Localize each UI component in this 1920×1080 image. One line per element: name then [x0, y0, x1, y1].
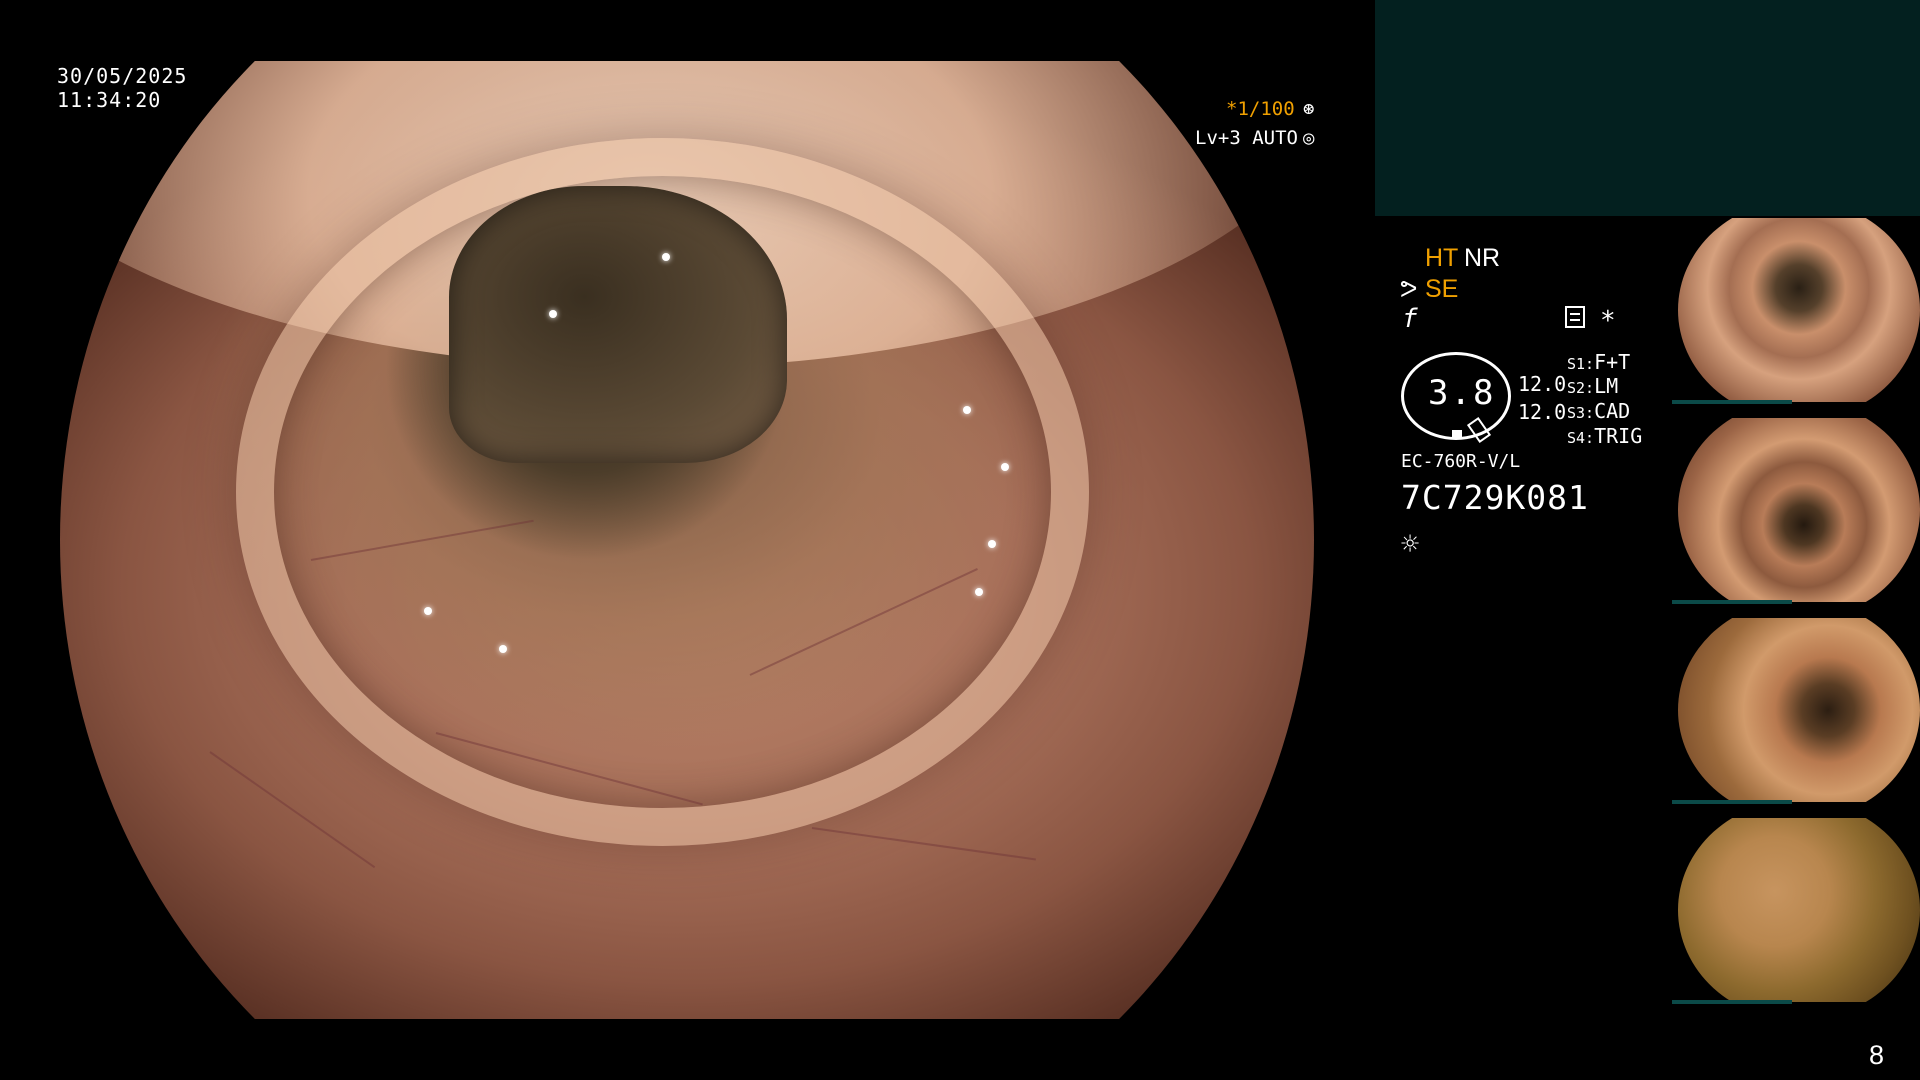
light-icon: ☼ [1401, 527, 1420, 562]
scope-model: EC-760R-V/L [1401, 451, 1521, 472]
vessel [812, 827, 1037, 861]
specular-highlight [1000, 463, 1009, 472]
structure-enhance-icon: ᕗ [1400, 275, 1418, 303]
specular-highlight [423, 607, 432, 616]
auto-level-icon: ◎ [1303, 127, 1315, 149]
shutter-icon: ⊛ [1303, 98, 1315, 120]
se-indicator: SE [1425, 275, 1459, 303]
switch-2: S2:LM [1567, 374, 1618, 398]
switch-1-value: F+T [1594, 350, 1631, 374]
asterisk-indicator: * [1600, 306, 1616, 336]
ht-indicator: HT [1425, 244, 1459, 272]
gauge-value: 3.8 [1428, 373, 1496, 413]
thumbnail-bar [1672, 1000, 1792, 1004]
specular-highlight [962, 405, 971, 414]
info-panel-box [1375, 0, 1920, 216]
memo-icon [1565, 306, 1585, 328]
specular-highlight [661, 252, 670, 261]
thumbnail-bar [1672, 800, 1792, 804]
switch-2-key: S2: [1567, 379, 1595, 397]
switch-3: S3:CAD [1567, 399, 1630, 423]
switch-3-value: CAD [1594, 399, 1631, 423]
value-readout-2: 12.0 [1518, 400, 1567, 424]
colon-lumen [448, 185, 788, 464]
capture-thumbnail[interactable] [1670, 816, 1920, 1004]
endoscope-view [60, 61, 1314, 1019]
switch-4-value: TRIG [1594, 424, 1643, 448]
page-number: 8 [1869, 1040, 1885, 1070]
brightness-level: Lv+3 AUTO [1195, 127, 1298, 149]
capture-thumbnail[interactable] [1670, 216, 1920, 404]
thumbnail-image [1678, 418, 1920, 602]
switch-4: S4:TRIG [1567, 424, 1642, 448]
capture-thumbnail[interactable] [1670, 616, 1920, 804]
nr-indicator: NR [1464, 244, 1501, 272]
thumbnail-image [1678, 618, 1920, 802]
vessel [209, 750, 376, 868]
switch-2-value: LM [1594, 374, 1619, 398]
thumbnail-bar [1672, 600, 1792, 604]
scope-serial: 7C729K081 [1401, 478, 1589, 517]
gauge-marker-icon [1452, 430, 1462, 438]
date-readout: 30/05/2025 [57, 64, 188, 88]
switch-4-key: S4: [1567, 429, 1595, 447]
thumbnail-bar [1672, 400, 1792, 404]
time-readout: 11:34:20 [57, 88, 162, 112]
thumbnail-image [1678, 218, 1920, 402]
capture-thumbnail[interactable] [1670, 416, 1920, 604]
switch-3-key: S3: [1567, 404, 1595, 422]
freeze-icon: f [1402, 304, 1418, 334]
specular-highlight [987, 540, 996, 548]
switch-1: S1:F+T [1567, 350, 1630, 374]
thumbnail-image [1678, 818, 1920, 1002]
shutter-speed: *1/100 [1226, 98, 1295, 120]
value-readout-1: 12.0 [1518, 372, 1567, 396]
switch-1-key: S1: [1567, 355, 1595, 373]
